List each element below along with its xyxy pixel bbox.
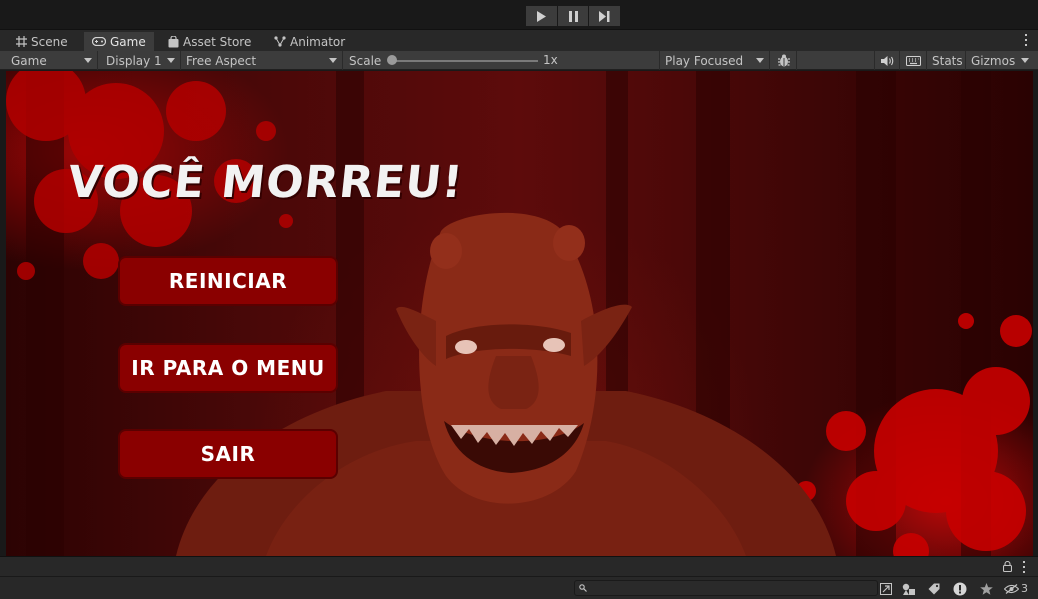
chevron-down-icon	[329, 58, 337, 63]
favorites-button[interactable]	[976, 580, 996, 597]
aspect-dropdown[interactable]: Free Aspect	[181, 51, 343, 70]
tab-animator-label: Animator	[290, 34, 346, 49]
panel-menu-icon[interactable]	[1022, 561, 1026, 573]
main-menu-button[interactable]: IR PARA O MENU	[118, 343, 338, 393]
play-controls	[526, 6, 621, 26]
tab-scene-label: Scene	[31, 34, 68, 49]
window-menu-icon[interactable]	[1024, 34, 1028, 46]
chevron-down-icon	[1021, 58, 1029, 63]
play-button[interactable]	[526, 6, 557, 26]
filter-label-button[interactable]	[924, 580, 944, 597]
play-mode-dropdown[interactable]: Play Focused	[660, 51, 770, 70]
tab-game[interactable]: Game	[84, 32, 154, 51]
scale-slider-handle[interactable]	[387, 55, 397, 65]
chevron-down-icon	[167, 58, 175, 63]
scale-value: 1x	[543, 53, 558, 67]
game-over-title: VOCÊ MORREU!	[65, 157, 466, 208]
tab-asset-store[interactable]: Asset Store	[160, 32, 259, 51]
step-icon	[599, 10, 610, 22]
open-window-button[interactable]	[876, 580, 896, 597]
errors-filter-button[interactable]	[950, 580, 970, 597]
game-viewport[interactable]: VOCÊ MORREU! REINICIAR IR PARA O MENU SA…	[6, 71, 1033, 556]
toolbar-spacer	[798, 51, 875, 70]
tab-animator[interactable]: Animator	[266, 32, 353, 51]
external-window-icon	[880, 582, 892, 595]
display-type-value: Game	[11, 53, 47, 68]
frame-debugger-button[interactable]	[771, 51, 797, 70]
bottom-toolbar: 3	[0, 576, 1038, 599]
shortcuts-button[interactable]	[901, 51, 927, 70]
play-toolbar	[0, 0, 1038, 30]
tab-scene[interactable]: Scene	[8, 32, 76, 51]
window-tab-strip: Scene Game Asset Store Animator	[0, 30, 1038, 51]
play-icon	[537, 10, 547, 22]
shapes-icon	[902, 583, 915, 595]
alert-icon	[953, 582, 967, 595]
bug-icon	[777, 54, 790, 67]
display-dropdown[interactable]: Display 1	[101, 51, 181, 70]
speaker-icon	[881, 55, 894, 66]
tab-game-label: Game	[110, 34, 146, 49]
aspect-value: Free Aspect	[186, 53, 257, 68]
keyboard-icon	[906, 55, 921, 66]
filter-type-button[interactable]	[899, 580, 919, 597]
search-icon	[579, 584, 587, 592]
animator-icon	[274, 36, 286, 47]
gamepad-icon	[92, 37, 106, 46]
quit-button[interactable]: SAIR	[118, 429, 338, 479]
restart-button[interactable]: REINICIAR	[118, 256, 338, 306]
bag-icon	[168, 35, 179, 47]
tab-asset-store-label: Asset Store	[183, 34, 252, 49]
grid-icon	[16, 36, 27, 47]
hidden-count-value: 3	[1021, 582, 1028, 595]
chevron-down-icon	[756, 58, 764, 63]
star-icon	[979, 582, 993, 595]
mute-audio-button[interactable]	[876, 51, 900, 70]
display-value: Display 1	[106, 53, 162, 68]
tag-icon	[928, 583, 940, 594]
lock-icon[interactable]	[1003, 561, 1012, 572]
search-field[interactable]	[574, 580, 878, 596]
stats-button[interactable]: Stats	[927, 51, 966, 70]
chevron-down-icon	[84, 58, 92, 63]
game-view-toolbar: Game Display 1 Free Aspect Scale 1x Play…	[0, 51, 1038, 70]
gizmos-dropdown[interactable]: Gizmos	[966, 51, 1034, 70]
search-input[interactable]	[591, 581, 871, 595]
game-background-art	[6, 71, 1032, 556]
gizmos-label: Gizmos	[971, 53, 1016, 68]
pause-icon	[568, 10, 578, 22]
stats-label: Stats	[932, 53, 963, 68]
eye-hidden-icon	[1004, 583, 1019, 594]
step-button[interactable]	[589, 6, 621, 26]
panel-header-bar	[0, 556, 1038, 576]
scale-label: Scale	[349, 53, 382, 68]
play-mode-value: Play Focused	[665, 53, 744, 68]
pause-button[interactable]	[557, 6, 589, 26]
hidden-objects-counter[interactable]: 3	[1004, 580, 1028, 597]
display-type-dropdown[interactable]: Game	[6, 51, 98, 70]
scale-slider-track[interactable]	[390, 60, 538, 62]
